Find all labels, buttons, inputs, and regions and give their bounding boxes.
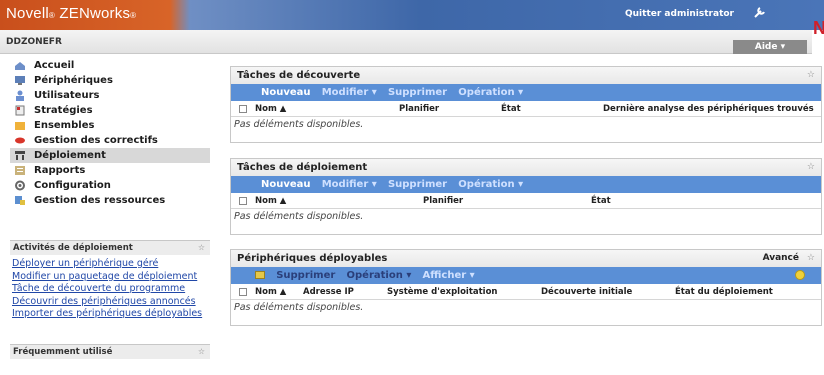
activities-title: Activités de déploiement: [13, 243, 133, 253]
nav-item-configuration[interactable]: Configuration: [10, 178, 210, 193]
operation-menu[interactable]: Opération ▾: [458, 179, 523, 190]
operation-menu[interactable]: Opération ▾: [458, 87, 523, 98]
select-all-checkbox[interactable]: [239, 197, 247, 205]
bundle-icon: [13, 120, 26, 131]
deployment-icon: [13, 150, 26, 161]
nav-label: Configuration: [34, 180, 111, 191]
nav-label: Ensembles: [34, 120, 95, 131]
deployment-toolbar: Nouveau Modifier ▾ Supprimer Opération ▾: [231, 176, 821, 193]
left-navigation: Accueil Périphériques Utilisateurs Strat…: [10, 58, 210, 208]
nav-label: Utilisateurs: [34, 90, 100, 101]
deployable-toolbar: Supprimer Opération ▾ Afficher ▾: [231, 267, 821, 284]
nav-label: Accueil: [34, 60, 75, 71]
delete-button[interactable]: Supprimer: [388, 179, 447, 190]
discovery-tasks-panel: Tâches de découverte ☆ Nouveau Modifier …: [230, 66, 822, 143]
link-discover-advertised[interactable]: Découvrir des périphériques annoncés: [12, 296, 210, 309]
table-header: Nom ▲ Planifier État: [231, 193, 821, 209]
nav-item-home[interactable]: Accueil: [10, 58, 210, 73]
link-discovery-task[interactable]: Tâche de découverte du programme: [12, 283, 210, 296]
panel-title: Tâches de découverte: [237, 70, 361, 81]
nav-item-asset-management[interactable]: Gestion des ressources: [10, 193, 210, 208]
zone-name: DDZONEFR: [6, 37, 62, 47]
wrench-icon[interactable]: [750, 5, 770, 23]
asset-icon: [13, 195, 26, 206]
gear-icon: [13, 180, 26, 191]
folder-icon[interactable]: [255, 271, 265, 279]
nav-label: Rapports: [34, 165, 86, 176]
delete-button[interactable]: Supprimer: [388, 87, 447, 98]
col-last-scan[interactable]: Dernière analyse des périphériques trouv…: [603, 104, 814, 114]
monitor-icon: [13, 75, 26, 86]
new-button[interactable]: Nouveau: [261, 179, 311, 190]
col-state[interactable]: État: [591, 196, 611, 206]
nav-label: Stratégies: [34, 105, 93, 116]
edit-menu[interactable]: Modifier ▾: [322, 87, 377, 98]
deployment-activities-panel: Activités de déploiement ☆ Déployer un p…: [10, 240, 210, 321]
zone-bar: DDZONEFR: [0, 30, 812, 54]
empty-message: Pas déléments disponibles.: [234, 119, 364, 130]
col-initial-discovery[interactable]: Découverte initiale: [541, 287, 632, 297]
discovery-toolbar: Nouveau Modifier ▾ Supprimer Opération ▾: [231, 84, 821, 101]
delete-button[interactable]: Supprimer: [276, 270, 335, 281]
col-schedule[interactable]: Planifier: [423, 196, 463, 206]
new-button[interactable]: Nouveau: [261, 87, 311, 98]
nav-item-users[interactable]: Utilisateurs: [10, 88, 210, 103]
col-ip-address[interactable]: Adresse IP: [303, 287, 354, 297]
brand-logo: Novell® ZENworks®: [6, 5, 137, 22]
panel-title: Périphériques déployables: [237, 253, 388, 264]
col-os[interactable]: Système d'exploitation: [387, 287, 497, 297]
nav-item-reports[interactable]: Rapports: [10, 163, 210, 178]
deployment-tasks-panel: Tâches de déploiement ☆ Nouveau Modifier…: [230, 158, 822, 235]
brand-novell: Novell: [6, 5, 49, 22]
empty-message: Pas déléments disponibles.: [234, 302, 364, 313]
operation-menu[interactable]: Opération ▾: [347, 270, 412, 281]
collapse-icon[interactable]: ☆: [198, 345, 205, 359]
col-name[interactable]: Nom ▲: [255, 196, 286, 206]
policy-icon: [13, 105, 26, 116]
quit-link[interactable]: Quitter administrator: [625, 9, 734, 19]
reports-icon: [13, 165, 26, 176]
frequently-used-panel: Fréquemment utilisé ☆: [10, 344, 210, 359]
deployable-devices-panel: Périphériques déployables Avancé ☆ Suppr…: [230, 249, 822, 326]
collapse-icon[interactable]: ☆: [807, 159, 815, 176]
user-icon: [13, 90, 26, 101]
frequent-title: Fréquemment utilisé: [13, 347, 113, 357]
collapse-icon[interactable]: ☆: [198, 241, 205, 255]
table-header: Nom ▲ Planifier État Dernière analyse de…: [231, 101, 821, 117]
nav-label: Gestion des ressources: [34, 195, 166, 206]
nav-item-policies[interactable]: Stratégies: [10, 103, 210, 118]
col-name[interactable]: Nom ▲: [255, 287, 286, 297]
link-edit-deployment-package[interactable]: Modifier un paquetage de déploiement: [12, 271, 210, 284]
panel-title: Tâches de déploiement: [237, 162, 368, 173]
nav-item-deployment[interactable]: Déploiement: [10, 148, 210, 163]
top-banner: Novell® ZENworks® Quitter administrator: [0, 0, 824, 30]
novell-n-mark: N: [813, 18, 824, 38]
help-button[interactable]: Aide ▾: [733, 40, 807, 54]
nav-item-patch[interactable]: Gestion des correctifs: [10, 133, 210, 148]
refresh-icon[interactable]: [795, 270, 805, 280]
home-icon: [13, 60, 26, 71]
edit-menu[interactable]: Modifier ▾: [322, 179, 377, 190]
col-deployment-state[interactable]: État du déploiement: [675, 287, 773, 297]
select-all-checkbox[interactable]: [239, 105, 247, 113]
nav-label: Périphériques: [34, 75, 113, 86]
collapse-icon[interactable]: ☆: [807, 250, 815, 267]
col-name[interactable]: Nom ▲: [255, 104, 286, 114]
link-import-deployable[interactable]: Importer des périphériques déployables: [12, 308, 210, 321]
nav-item-bundles[interactable]: Ensembles: [10, 118, 210, 133]
col-state[interactable]: État: [501, 104, 521, 114]
nav-label: Gestion des correctifs: [34, 135, 158, 146]
nav-item-devices[interactable]: Périphériques: [10, 73, 210, 88]
nav-label: Déploiement: [34, 150, 106, 161]
link-deploy-managed-device[interactable]: Déployer un périphérique géré: [12, 258, 210, 271]
col-schedule[interactable]: Planifier: [399, 104, 439, 114]
brand-zenworks: ZENworks: [59, 5, 131, 22]
advanced-link[interactable]: Avancé: [763, 250, 799, 267]
display-menu[interactable]: Afficher ▾: [423, 270, 475, 281]
select-all-checkbox[interactable]: [239, 288, 247, 296]
table-header: Nom ▲ Adresse IP Système d'exploitation …: [231, 284, 821, 300]
empty-message: Pas déléments disponibles.: [234, 211, 364, 222]
collapse-icon[interactable]: ☆: [807, 67, 815, 84]
patch-icon: [13, 135, 26, 146]
